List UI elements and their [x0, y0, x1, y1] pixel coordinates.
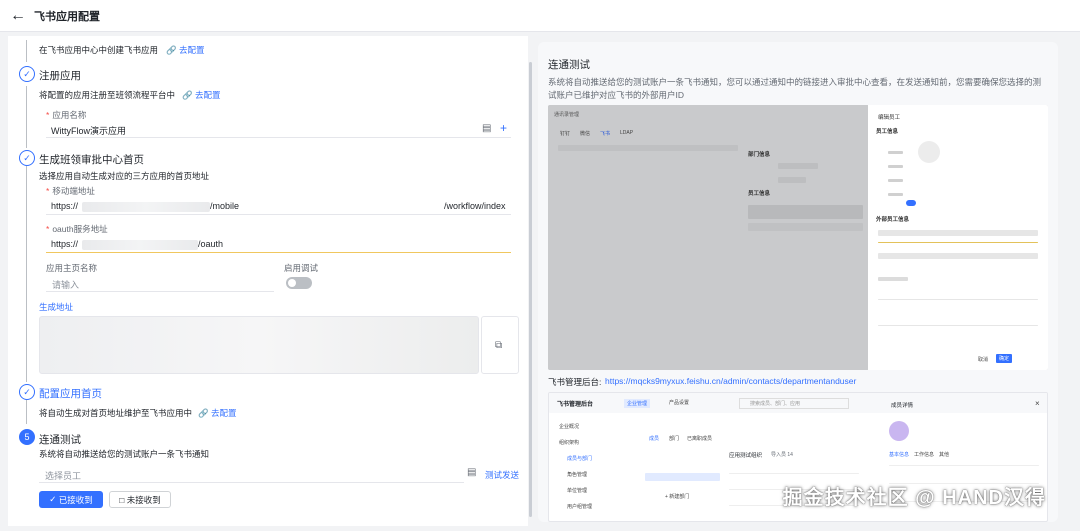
- close-icon: ×: [1035, 399, 1040, 408]
- connect-test-desc: 系统将自动推送给您的测试账户一条飞书通知: [39, 449, 210, 459]
- app-name-field[interactable]: WittyFlow演示应用: [46, 120, 511, 138]
- link-icon: 🔗: [166, 45, 177, 55]
- homepage-desc: 选择应用自动生成对应的三方应用的首页地址: [39, 171, 210, 181]
- copy-icon: ⧉: [495, 340, 503, 351]
- mock-member-count: 导入员 14: [771, 452, 793, 458]
- mock-detail-title: 成员详情: [891, 403, 914, 409]
- mock-detail-tab: 其他: [939, 452, 950, 458]
- config-steps-panel: 在飞书应用中心中创建飞书应用 🔗 去配置 ✓ 注册应用 将配置的应用注册至班领流…: [8, 36, 528, 526]
- scrollbar[interactable]: [529, 62, 532, 517]
- oauth-address-label: * oauth服务地址: [46, 224, 108, 234]
- step-title-config-home[interactable]: 配置应用首页: [39, 386, 102, 401]
- mock-confirm: 确定: [996, 354, 1013, 363]
- mock-search: 搜索成员、部门、应用: [739, 398, 849, 409]
- admin-label: 飞书管理后台:: [548, 377, 602, 387]
- page-title: 飞书应用配置: [34, 10, 100, 23]
- link-icon: 🔗: [182, 90, 193, 100]
- step-title-connect-test: 连通测试: [39, 434, 81, 446]
- mock-menu: 成员与部门: [567, 456, 593, 462]
- mock-menu: 组织架构: [559, 440, 580, 446]
- employee-select[interactable]: 选择员工: [39, 465, 464, 483]
- mock-nav: 产品设置: [669, 400, 690, 406]
- step-connector: [26, 400, 27, 424]
- mock-tab: 飞书: [600, 131, 611, 137]
- step-title-register: 注册应用: [39, 70, 81, 82]
- register-desc: 将配置的应用注册至班领流程平台中: [39, 90, 176, 100]
- guide-title: 连通测试: [548, 59, 590, 71]
- check-icon: ✓: [49, 494, 59, 504]
- generate-address-link[interactable]: 生成地址: [39, 301, 73, 313]
- step-connector: [26, 40, 27, 62]
- mock-add-dept: + 新建部门: [665, 494, 690, 500]
- mock-brand: 飞书管理后台: [557, 402, 594, 408]
- page-name-label: 应用主页名称: [46, 263, 98, 273]
- document-icon: □: [119, 494, 127, 505]
- received-button[interactable]: ✓ 已接收到: [39, 491, 103, 508]
- mock-nav: 企业管理: [624, 399, 651, 408]
- add-icon[interactable]: +: [500, 122, 507, 134]
- selector-icon[interactable]: ▤: [482, 124, 491, 134]
- debug-toggle[interactable]: [286, 277, 312, 289]
- mock-menu: 用户组管理: [567, 504, 593, 510]
- mock-tab: 部门: [669, 436, 680, 442]
- mock-staff-info: 员工信息: [748, 191, 771, 197]
- mobile-address-label: * 移动端地址: [46, 186, 95, 196]
- config-home-desc: 将自动生成对首页地址维护至飞书应用中: [39, 408, 193, 418]
- contacts-screenshot: 通讯录管理 钉钉 微信 飞书 LDAP 部门信息 员工信息 编辑员工 员工信息 …: [548, 105, 1048, 370]
- step-title-homepage: 生成班领审批中心首页: [39, 154, 144, 166]
- top-bar: ← 飞书应用配置: [0, 0, 1080, 32]
- mock-tab: 微信: [580, 131, 591, 137]
- step-number-5: 5: [19, 429, 35, 445]
- config-home-link[interactable]: 🔗 去配置: [198, 407, 236, 419]
- admin-url-link[interactable]: https://mqcks9myxux.feishu.cn/admin/cont…: [605, 376, 856, 386]
- copy-button[interactable]: ⧉: [481, 316, 519, 374]
- guide-desc: 系统将自动推送给您的测试账户一条飞书通知，您可以通过通知中的链接进入审批中心查看…: [548, 77, 1042, 100]
- mock-tab: 钉钉: [560, 131, 571, 137]
- mock-menu: 单位管理: [567, 488, 588, 494]
- oauth-address-field[interactable]: https:// /oauth: [46, 235, 511, 253]
- mock-tab: 成员: [649, 436, 660, 442]
- check-icon: ✓: [19, 384, 35, 400]
- connect-test-guide-panel: 连通测试 系统将自动推送给您的测试账户一条飞书通知，您可以通过通知中的链接进入审…: [538, 42, 1058, 522]
- mock-menu: 企业概况: [559, 424, 580, 430]
- mock-detail-tab: 工作信息: [914, 452, 935, 458]
- watermark: 掘金技术社区 @ HAND汉得: [782, 487, 1046, 509]
- mock-detail-tab: 基本信息: [889, 452, 910, 458]
- mock-breadcrumb: 通讯录管理: [554, 112, 580, 118]
- register-config-link[interactable]: 🔗 去配置: [182, 89, 220, 101]
- intro-text: 在飞书应用中心中创建飞书应用: [39, 45, 159, 55]
- mobile-address-field[interactable]: https:// /mobile /workflow/index: [46, 197, 511, 215]
- step-connector: [26, 86, 27, 148]
- not-received-button[interactable]: □ 未接收到: [109, 491, 171, 508]
- mock-dept-info: 部门信息: [748, 152, 771, 158]
- mock-tab: 已离职成员: [687, 436, 713, 442]
- selector-icon[interactable]: ▤: [467, 468, 476, 478]
- intro-config-link[interactable]: 🔗 去配置: [166, 44, 204, 56]
- mock-edit-title: 编辑员工: [878, 115, 901, 121]
- check-icon: ✓: [19, 66, 35, 82]
- mock-dept-name: 应用测试组织: [729, 453, 763, 459]
- generated-address-box[interactable]: [39, 316, 479, 374]
- mock-tab: LDAP: [620, 130, 634, 136]
- page-name-input[interactable]: 请输入: [46, 274, 274, 292]
- mock-cancel: 取消: [978, 357, 989, 363]
- blurred-domain: [82, 202, 210, 212]
- blurred-domain: [82, 240, 198, 250]
- check-icon: ✓: [19, 150, 35, 166]
- debug-label: 启用调试: [284, 263, 319, 273]
- mock-emp-info: 员工信息: [876, 129, 899, 135]
- link-icon: 🔗: [198, 408, 209, 418]
- mock-ext-info: 外部员工信息: [876, 217, 910, 223]
- step-connector: [26, 166, 27, 382]
- mock-menu: 角色管理: [567, 472, 588, 478]
- test-send-link[interactable]: 测试发送: [485, 469, 519, 481]
- arrow-left-icon[interactable]: ←: [10, 7, 26, 24]
